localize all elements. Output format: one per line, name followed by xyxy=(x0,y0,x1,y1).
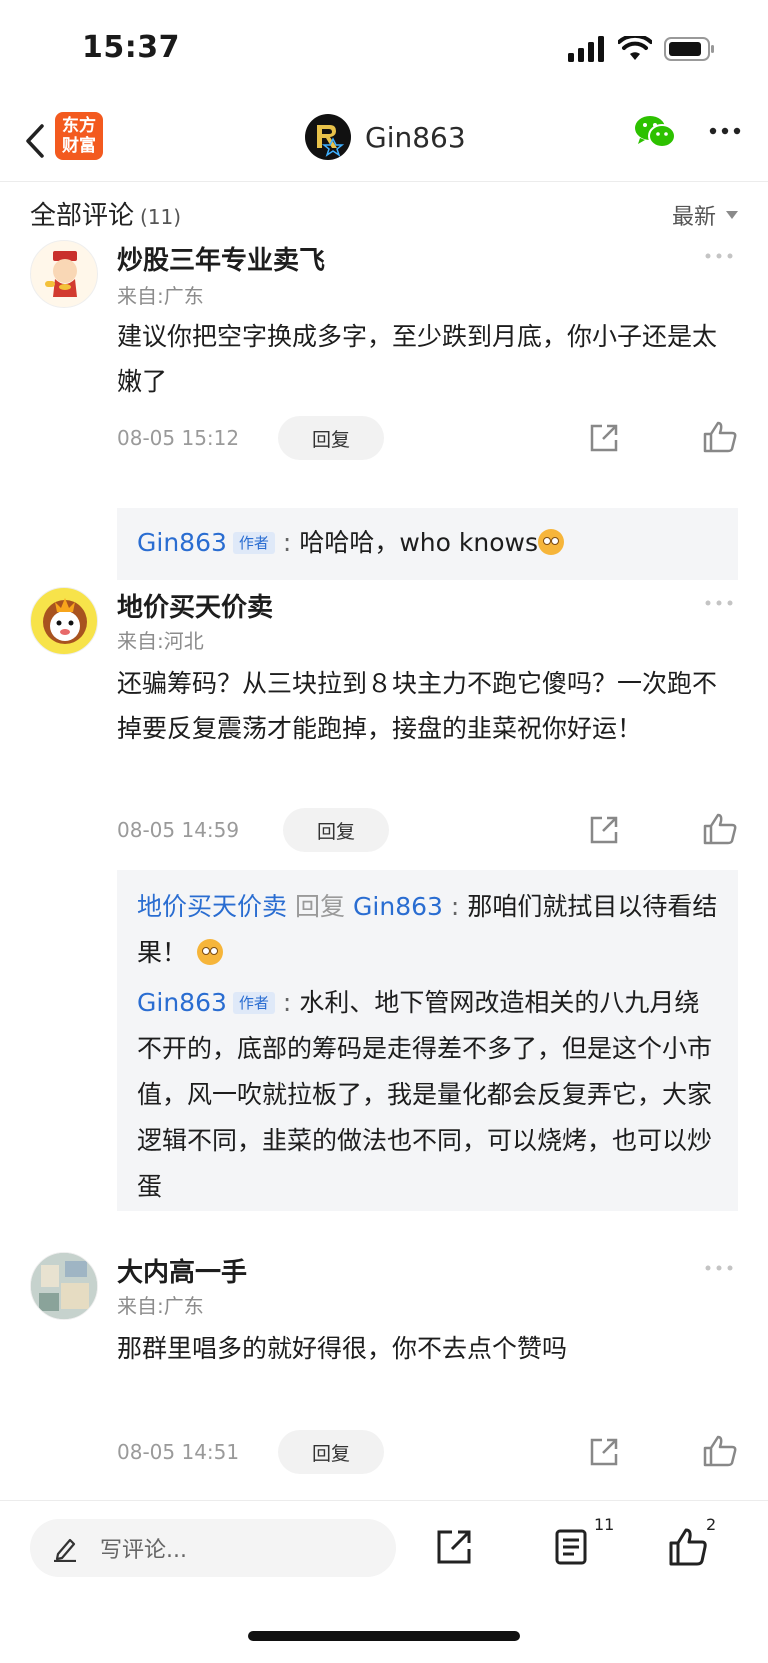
reply-word: 回复 xyxy=(295,892,346,921)
reply-thread: Gin863 作者: 哈哈哈，who knows xyxy=(117,508,738,580)
avatar-character-icon xyxy=(45,251,77,297)
comment-time: 08-05 15:12 xyxy=(117,426,240,450)
back-icon[interactable] xyxy=(16,118,56,164)
more-icon[interactable] xyxy=(704,599,734,607)
comment-author[interactable]: 炒股三年专业卖飞 xyxy=(117,240,325,277)
thumbs-up-icon[interactable] xyxy=(702,420,738,454)
nav-title: Gin863 xyxy=(365,120,466,154)
avatar-character-icon xyxy=(43,598,87,644)
sort-label: 最新 xyxy=(671,205,716,230)
avatar[interactable] xyxy=(30,1252,98,1320)
sort-dropdown[interactable]: 最新 xyxy=(672,199,738,231)
comment-time: 08-05 14:59 xyxy=(117,818,240,842)
more-icon[interactable] xyxy=(704,1264,734,1272)
thumbs-up-icon[interactable] xyxy=(668,1527,708,1567)
reply-author[interactable]: Gin863 xyxy=(137,988,227,1017)
comment-count-badge: 11 xyxy=(594,1515,615,1534)
pencil-icon xyxy=(54,1538,76,1562)
thumbs-up-icon[interactable] xyxy=(702,812,738,846)
share-icon[interactable] xyxy=(434,1527,474,1567)
reply-button[interactable]: 回复 xyxy=(283,808,389,852)
reply-item: Gin863 作者: 水利、地下管网改造相关的八九月绕不开的，底部的筹码是走得差不多… xyxy=(137,988,713,1201)
user-avatar[interactable] xyxy=(305,114,351,160)
comments-header: 全部评论 (11) 最新 xyxy=(30,195,738,239)
thumbs-up-icon[interactable] xyxy=(702,1434,738,1468)
reply-button[interactable]: 回复 xyxy=(278,1430,384,1474)
comments-title: 全部评论 xyxy=(30,201,135,231)
author-badge: 作者 xyxy=(232,992,275,1014)
comment-author[interactable]: 地价买天价卖 xyxy=(117,587,273,624)
avatar-logo-icon xyxy=(317,125,345,157)
flushed-face-emoji-icon xyxy=(537,529,564,555)
more-icon[interactable] xyxy=(708,126,742,136)
comment-text: 建议你把空字换成多字，至少跌到月底，你小子还是太嫩了 xyxy=(117,322,718,396)
battery-icon xyxy=(664,37,714,61)
comment-author[interactable]: 大内高一手 xyxy=(117,1252,247,1289)
comment-input-placeholder: 写评论... xyxy=(100,1538,187,1563)
share-icon[interactable] xyxy=(587,421,621,455)
author-badge: 作者 xyxy=(232,532,275,554)
home-indicator xyxy=(248,1631,520,1641)
brand-logo-line1: 东方 xyxy=(62,116,96,136)
comment-location: 来自:河北 xyxy=(117,629,204,653)
nav-user[interactable]: Gin863 xyxy=(305,112,466,162)
reply-author[interactable]: Gin863 xyxy=(137,528,227,557)
reply-button[interactable]: 回复 xyxy=(278,416,384,460)
reply-thread: 地价买天价卖 回复 Gin863: 那咱们就拭目以待看结果！ Gin863 作者: 水利、… xyxy=(117,870,738,1211)
comment-location: 来自:广东 xyxy=(117,284,204,308)
grinning-face-emoji-icon xyxy=(197,939,224,965)
status-time: 15:37 xyxy=(82,30,180,65)
reply-author[interactable]: 地价买天价卖 xyxy=(137,892,287,921)
brand-logo[interactable]: 东方 财富 xyxy=(55,112,103,160)
avatar[interactable] xyxy=(30,587,98,655)
comment-text: 还骗筹码？从三块拉到８块主力不跑它傻吗？一次跑不掉要反复震荡才能跑掉，接盘的韭菜… xyxy=(117,669,718,743)
reply-target[interactable]: Gin863 xyxy=(353,892,443,921)
like-count-badge: 2 xyxy=(706,1515,717,1534)
caret-down-icon xyxy=(726,211,738,219)
share-icon[interactable] xyxy=(587,1435,621,1469)
avatar-photo-icon xyxy=(31,1253,97,1319)
share-icon[interactable] xyxy=(587,813,621,847)
comments-list-icon[interactable] xyxy=(552,1527,592,1567)
brand-logo-line2: 财富 xyxy=(62,136,96,156)
status-bar: 15:37 xyxy=(0,0,768,100)
reply-text: 水利、地下管网改造相关的八九月绕不开的，底部的筹码是走得差不多了，但是这个小市值… xyxy=(137,988,713,1201)
avatar[interactable] xyxy=(30,240,98,308)
reply-item: 地价买天价卖 回复 Gin863: 那咱们就拭目以待看结果！ xyxy=(137,892,718,967)
wifi-icon xyxy=(618,36,652,60)
status-icons xyxy=(568,36,716,62)
comments-count: (11) xyxy=(140,205,182,229)
wechat-icon[interactable] xyxy=(634,114,676,150)
reply-item: Gin863 作者: 哈哈哈，who knows xyxy=(137,520,718,566)
comment-input[interactable]: 写评论... xyxy=(30,1519,396,1577)
comment-text: 那群里唱多的就好得很，你不去点个赞吗 xyxy=(117,1334,568,1363)
comment-time: 08-05 14:51 xyxy=(117,1440,240,1464)
bottom-bar: 写评论... 11 2 xyxy=(0,1500,768,1663)
signal-icon xyxy=(568,36,604,62)
nav-bar: 东方 财富 Gin863 xyxy=(0,100,768,182)
more-icon[interactable] xyxy=(704,252,734,260)
comment-location: 来自:广东 xyxy=(117,1294,204,1318)
reply-text: 哈哈哈，who knows xyxy=(299,528,538,557)
